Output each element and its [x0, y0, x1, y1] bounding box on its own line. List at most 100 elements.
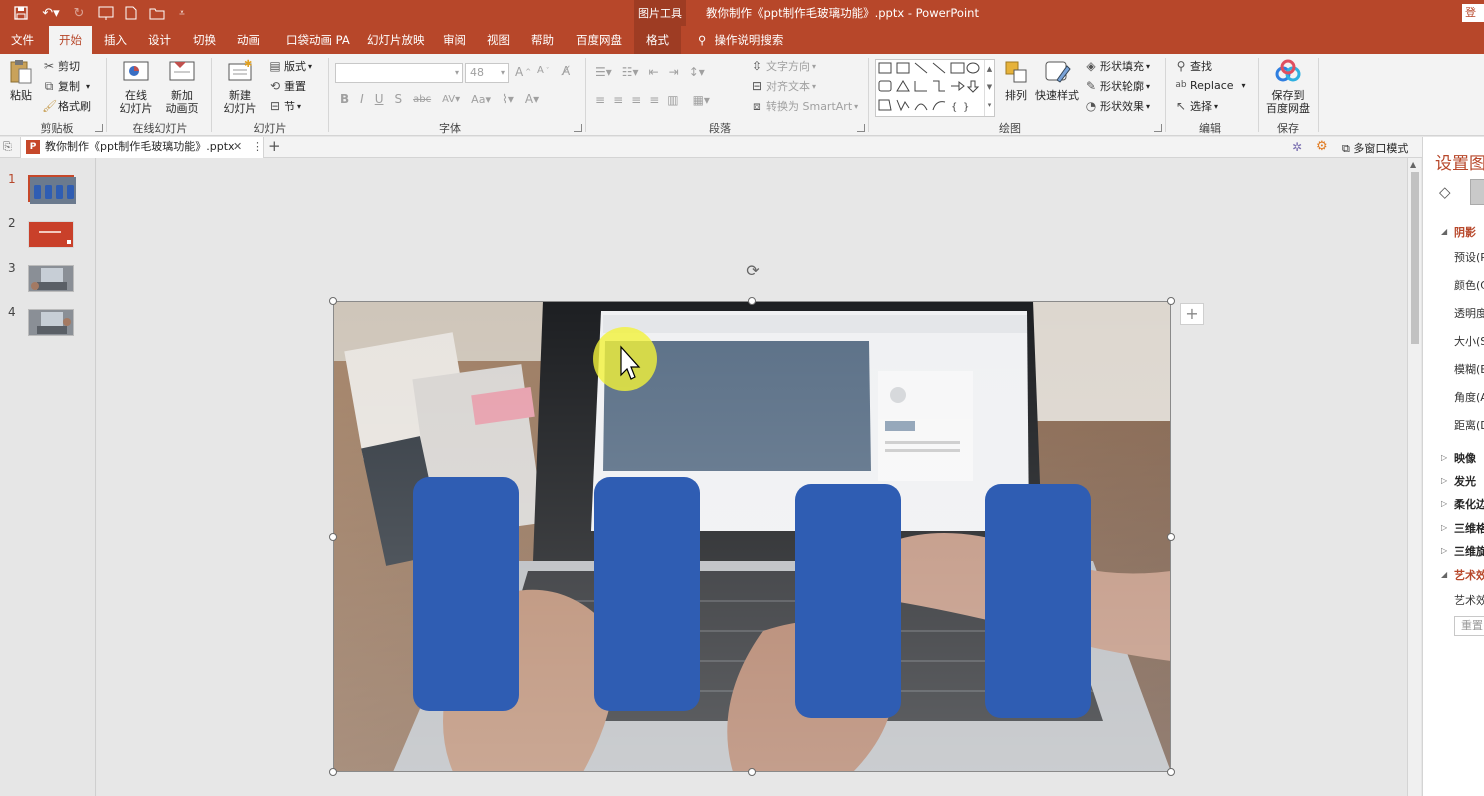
strikethrough-icon[interactable]: abc — [413, 94, 431, 105]
shape-outline-button[interactable]: ✎ 形状轮廓 ▾ — [1084, 78, 1150, 94]
tab-review[interactable]: 审阅 — [443, 26, 466, 54]
collapse-shadow-icon[interactable]: ◢ — [1441, 227, 1447, 236]
tab-design[interactable]: 设计 — [148, 26, 171, 54]
resize-handle-bottom-left[interactable] — [329, 768, 337, 776]
clear-format-icon[interactable]: A̸ — [562, 64, 570, 78]
scrollbar-thumb[interactable] — [1411, 172, 1419, 344]
slide-thumbnail[interactable] — [28, 265, 74, 292]
document-tab[interactable]: P 教你制作《ppt制作毛玻璃功能》.pptx ✕ ⋮ — [20, 137, 264, 158]
decrease-indent-icon[interactable]: ⇤ — [649, 65, 659, 79]
reset-artistic-button[interactable]: 重置( — [1454, 616, 1484, 636]
section-button[interactable]: ⊟ 节 ▾ — [268, 98, 301, 114]
expand-glow-icon[interactable]: ▷ — [1441, 476, 1447, 485]
convert-smartart-button[interactable]: ⧈ 转换为 SmartArt ▾ — [750, 98, 858, 114]
multi-window-button[interactable]: ⧉ 多窗口模式 — [1342, 140, 1408, 156]
format-painter-button[interactable]: 🖌 格式刷 — [42, 98, 91, 114]
change-case-icon[interactable]: Aa▾ — [471, 93, 491, 106]
align-text-button[interactable]: ⊟ 对齐文本 ▾ — [750, 78, 816, 94]
glow-section[interactable]: 发光 — [1454, 473, 1476, 489]
expand-3d-rotation-icon[interactable]: ▷ — [1441, 546, 1447, 555]
tab-slideshow[interactable]: 幻灯片放映 — [367, 26, 425, 54]
resize-handle-right[interactable] — [1167, 533, 1175, 541]
expand-soft-edges-icon[interactable]: ▷ — [1441, 499, 1447, 508]
tab-view[interactable]: 视图 — [487, 26, 510, 54]
font-color-icon[interactable]: A▾ — [525, 92, 539, 106]
align-left-icon[interactable]: ≡ — [595, 93, 605, 107]
drawing-launcher-icon[interactable] — [1154, 124, 1162, 132]
open-folder-icon[interactable] — [146, 4, 168, 22]
line-spacing-icon[interactable]: ↕▾ — [689, 65, 705, 79]
redo-icon[interactable]: ↻ — [70, 4, 88, 22]
tab-home[interactable]: 开始 — [49, 26, 92, 54]
tab-baidu-netdisk[interactable]: 百度网盘 — [576, 26, 622, 54]
font-launcher-icon[interactable] — [574, 124, 582, 132]
scroll-up-icon[interactable]: ▲ — [1410, 160, 1416, 169]
find-button[interactable]: ⚲ 查找 — [1174, 58, 1212, 74]
vertical-scrollbar[interactable]: ▲ — [1407, 158, 1421, 796]
fill-line-icon[interactable]: ◇ — [1439, 183, 1451, 201]
shrink-font-icon[interactable]: Aˇ — [537, 65, 549, 76]
layout-options-plus-icon[interactable]: + — [1180, 303, 1204, 325]
justify-icon[interactable]: ≡ — [649, 93, 659, 107]
shadow-text-icon[interactable]: S — [395, 92, 403, 106]
tab-animations[interactable]: 动画 — [237, 26, 260, 54]
paragraph-launcher-icon[interactable] — [857, 124, 865, 132]
slide-thumbnail[interactable] — [28, 309, 74, 336]
text-direction-button[interactable]: ⇳ 文字方向 ▾ — [750, 58, 816, 74]
tab-transitions[interactable]: 切换 — [193, 26, 216, 54]
collapse-artistic-icon[interactable]: ◢ — [1441, 570, 1447, 579]
increase-indent-icon[interactable]: ⇥ — [669, 65, 679, 79]
slide-photo-laptop[interactable] — [333, 301, 1171, 772]
bold-icon[interactable]: B — [340, 92, 349, 106]
3d-format-section[interactable]: 三维格 — [1454, 520, 1484, 536]
reflection-section[interactable]: 映像 — [1454, 450, 1476, 466]
underline-icon[interactable]: U — [375, 92, 384, 106]
resize-handle-bottom-right[interactable] — [1167, 768, 1175, 776]
select-button[interactable]: ↖ 选择 ▾ — [1174, 98, 1218, 114]
close-tab-icon[interactable]: ✕ — [233, 137, 242, 157]
rotate-handle-icon[interactable]: ⟳ — [744, 262, 762, 280]
numbering-icon[interactable]: ☷▾ — [622, 65, 639, 79]
cut-button[interactable]: ✂ 剪切 — [42, 58, 80, 74]
resize-handle-bottom[interactable] — [748, 768, 756, 776]
shapes-gallery[interactable]: {} ▲ ▼ ▾ — [875, 59, 995, 117]
tab-pocket-animation[interactable]: 口袋动画 PA — [286, 26, 350, 54]
slide-thumbnail[interactable] — [28, 221, 74, 248]
effects-icon[interactable] — [1470, 179, 1484, 205]
paste-button[interactable]: 粘贴 — [6, 58, 36, 102]
distributed-icon[interactable]: ▥ — [667, 93, 678, 107]
clipboard-launcher-icon[interactable] — [95, 124, 103, 132]
resize-handle-top-right[interactable] — [1167, 297, 1175, 305]
slide-canvas[interactable]: ⟳ + — [97, 158, 1407, 796]
font-size-combo[interactable]: 48 ▾ — [465, 63, 509, 83]
grow-font-icon[interactable]: A ^ — [515, 65, 531, 79]
align-right-icon[interactable]: ≡ — [631, 93, 641, 107]
plugin-icon[interactable]: ✲ — [1292, 140, 1302, 154]
shadow-section[interactable]: 阴影 — [1454, 224, 1476, 240]
settings-gear-icon[interactable]: ⚙ — [1316, 139, 1328, 154]
expand-reflection-icon[interactable]: ▷ — [1441, 453, 1447, 462]
save-to-baidu-button[interactable]: 保存到 百度网盘 — [1264, 58, 1312, 115]
new-file-icon[interactable] — [122, 4, 140, 22]
italic-icon[interactable]: I — [360, 92, 364, 106]
new-tab-icon[interactable]: + — [268, 137, 281, 156]
bullets-icon[interactable]: ☰▾ — [595, 65, 612, 79]
resize-handle-top-left[interactable] — [329, 297, 337, 305]
font-name-combo[interactable]: ▾ — [335, 63, 463, 83]
resize-handle-top[interactable] — [748, 297, 756, 305]
highlight-icon[interactable]: ⌇▾ — [502, 92, 514, 106]
tab-list-icon[interactable]: ⎘ — [3, 140, 12, 154]
soft-edges-section[interactable]: 柔化边 — [1454, 496, 1484, 512]
tab-file[interactable]: 文件 — [11, 26, 34, 54]
login-button[interactable]: 登 — [1462, 4, 1484, 22]
arrange-button[interactable]: 排列 — [1001, 58, 1031, 102]
quick-styles-button[interactable]: 快速样式 — [1034, 58, 1080, 102]
char-spacing-icon[interactable]: AV▾ — [442, 94, 460, 105]
resize-handle-left[interactable] — [329, 533, 337, 541]
layout-button[interactable]: ▤ 版式 ▾ — [268, 58, 312, 74]
slide-thumbnail[interactable] — [28, 175, 76, 204]
tab-help[interactable]: 帮助 — [531, 26, 554, 54]
copy-button[interactable]: ⧉ 复制 ▾ — [42, 78, 90, 94]
3d-rotation-section[interactable]: 三维旋 — [1454, 543, 1484, 559]
shape-fill-button[interactable]: ◈ 形状填充 ▾ — [1084, 58, 1150, 74]
